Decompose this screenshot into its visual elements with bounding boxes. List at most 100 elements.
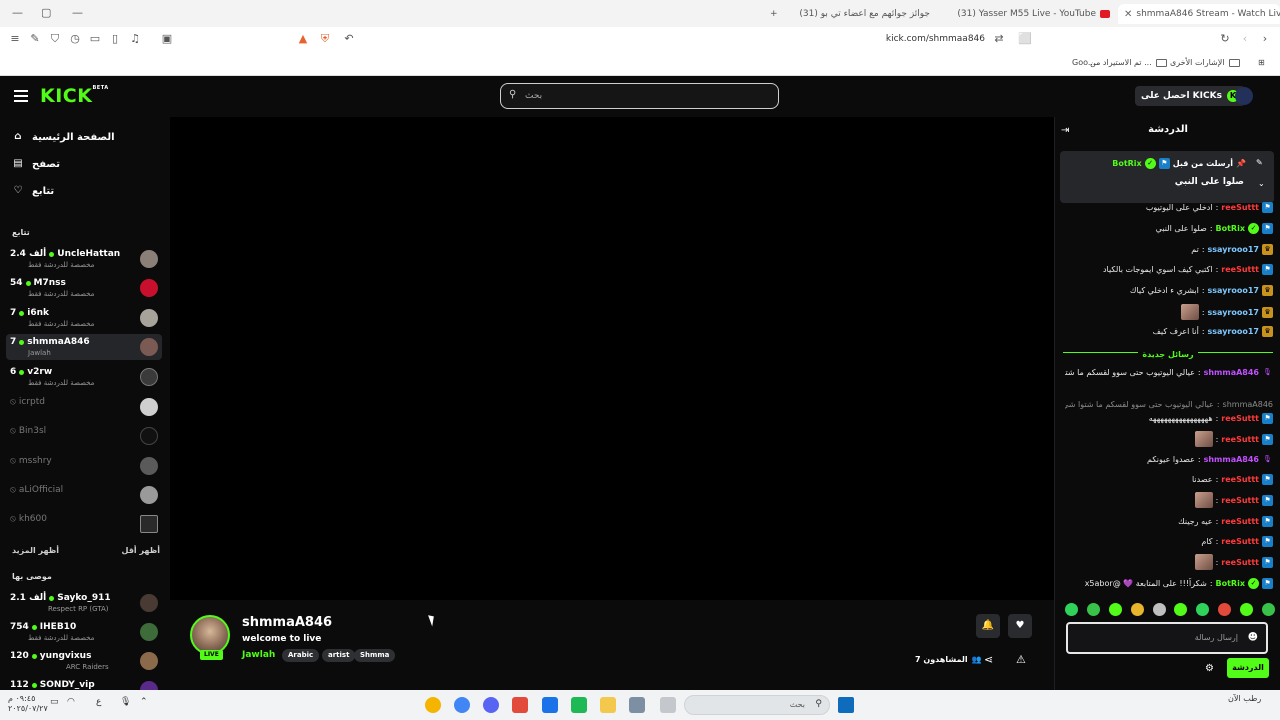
following-channel-offline[interactable]: ⦸ icrptd: [6, 394, 162, 420]
discord-icon[interactable]: [483, 697, 499, 713]
wallet-icon[interactable]: ▭: [88, 32, 102, 46]
site-settings-icon[interactable]: ⇄: [992, 32, 1006, 46]
app-icon[interactable]: [571, 697, 587, 713]
pin-icon[interactable]: ✎: [1256, 158, 1263, 167]
chrome-icon[interactable]: [425, 697, 441, 713]
bookmark-icon[interactable]: ⬜: [1018, 32, 1032, 46]
share-icon[interactable]: ↶: [342, 32, 356, 46]
tab-youtube[interactable]: (31) Yasser M55 Live - YouTube: [935, 4, 1110, 24]
pinned-message[interactable]: ✎ BotRix ✓ ⚑ أرسلت من قبل 📌 صلوا على الن…: [1060, 151, 1274, 203]
history-icon[interactable]: ◷: [68, 32, 82, 46]
show-more-link[interactable]: أظهر المزيد: [12, 546, 59, 555]
notification-bell-button[interactable]: 🔔: [976, 614, 1000, 638]
chat-message[interactable]: ⚑ reeSuttt: عيه رجينك: [1065, 516, 1273, 527]
emote-icon[interactable]: [1196, 603, 1210, 616]
chat-message[interactable]: ⚑ reeSuttt:: [1065, 554, 1273, 570]
chat-message[interactable]: ♛ ssayrooo17: أنا اعرف كيف: [1065, 326, 1273, 337]
back-icon[interactable]: ›: [1258, 32, 1272, 46]
chat-message[interactable]: ⚑ ✓ BotRix: شكراً!!! على المتابعة 💜 @x5a…: [1065, 578, 1273, 589]
brave-rewards-icon[interactable]: ▲: [296, 32, 310, 46]
following-channel-offline[interactable]: ⦸ kh600: [6, 511, 162, 537]
chevron-down-icon[interactable]: ⌄: [1258, 179, 1265, 188]
new-tab-button[interactable]: +: [770, 4, 778, 24]
emote-icon[interactable]: [1152, 603, 1166, 616]
windows-start-icon[interactable]: [838, 697, 854, 713]
bookmark-folder-imported[interactable]: تم الاستيراد من ...: [1090, 58, 1167, 67]
kick-logo[interactable]: KICKBETA: [40, 85, 109, 107]
get-kicks-button[interactable]: احصل على KICKs K: [1135, 86, 1245, 106]
tab-other[interactable]: (31) جوائز جوائهم مع اعضاء تي بو: [790, 4, 930, 24]
app-icon[interactable]: [542, 697, 558, 713]
streamer-avatar[interactable]: [190, 615, 230, 655]
emote-icon[interactable]: [1086, 603, 1100, 616]
chat-reply-preview[interactable]: shmmaA846: عيالي اليوتيوب حتى سوو لقسكم …: [1065, 400, 1273, 409]
recommended-channel[interactable]: 754 IHEB10 مخصصة للدردشة فقط: [6, 619, 162, 645]
close-tab-icon[interactable]: ✕: [1124, 9, 1132, 20]
chat-message[interactable]: ⚑ reeSuttt:: [1065, 431, 1273, 447]
url-bar[interactable]: kick.com/shmmaa846: [700, 34, 985, 44]
chat-message[interactable]: ♛ ssayrooo17: تم: [1065, 244, 1273, 255]
user-avatar[interactable]: [1235, 87, 1253, 105]
shield-icon[interactable]: ⛉: [48, 32, 62, 46]
app-icon[interactable]: [512, 697, 528, 713]
file-explorer-icon[interactable]: [600, 697, 616, 713]
chat-settings-gear-icon[interactable]: ⚙: [1205, 663, 1214, 674]
extension-icon[interactable]: ✎: [28, 32, 42, 46]
nav-following[interactable]: ♡ تتابع: [12, 185, 55, 197]
following-channel-offline[interactable]: ⦸ msshry: [6, 453, 162, 479]
maximize-icon[interactable]: ▢: [41, 6, 51, 19]
screenshot-icon[interactable]: ▣: [160, 32, 174, 46]
emote-icon[interactable]: [1065, 603, 1078, 616]
app-icon[interactable]: [660, 697, 676, 713]
taskbar-search[interactable]: بحث ⚲: [684, 695, 830, 715]
battery-icon[interactable]: ▭: [50, 697, 59, 707]
tag-pill[interactable]: artist: [322, 649, 356, 662]
emote-icon[interactable]: [1240, 603, 1253, 616]
reload-icon[interactable]: ↻: [1218, 32, 1232, 46]
bookmark-folder-other[interactable]: الإشارات الأخرى: [1170, 58, 1240, 67]
tab-kick[interactable]: ✕ shmmaA846 Stream - Watch Live: [1118, 4, 1280, 24]
follow-heart-button[interactable]: ♥: [1008, 614, 1032, 638]
chat-message[interactable]: 🎙 shmmaA846: عيالي اليوتيوب حتى سوو لقسك…: [1065, 367, 1273, 378]
following-channel[interactable]: 2.4 ألف UncleHattan مخصصة للدردشة فقط: [6, 246, 162, 272]
chevron-up-icon[interactable]: ⌃: [140, 697, 148, 707]
apps-icon[interactable]: ⊞: [1258, 58, 1265, 67]
chat-message[interactable]: ⚑ reeSuttt: ادخلي على اليوتيوب: [1065, 202, 1273, 213]
tag-pill[interactable]: Arabic: [282, 649, 320, 662]
following-channel[interactable]: 7 i6nk مخصصة للدردشة فقط: [6, 305, 162, 331]
emote-icon[interactable]: [1174, 603, 1188, 616]
chat-message[interactable]: ♛ ssayrooo17: ابشري ء ادخلي كياك: [1065, 285, 1273, 296]
taskbar-clock[interactable]: ٠٩:٤٥ م ٢٠٢٥/٠٧/٢٧: [8, 694, 48, 714]
hamburger-menu-icon[interactable]: [14, 90, 28, 105]
recommended-channel[interactable]: 120 yungvixus ARC Raiders: [6, 648, 162, 674]
following-channel[interactable]: 54 M7nss مخصصة للدردشة فقط: [6, 275, 162, 301]
store-icon[interactable]: [629, 697, 645, 713]
recommended-channel[interactable]: 2.1 ألف Sayko_911 Respect RP (GTA): [6, 590, 162, 616]
share-icon[interactable]: ⋖: [984, 653, 993, 666]
close-window-icon[interactable]: —: [72, 6, 83, 19]
chat-message[interactable]: ⚑ reeSuttt: ههههههههههههههههه: [1065, 413, 1273, 424]
send-chat-button[interactable]: الدردشة: [1227, 658, 1269, 678]
wifi-icon[interactable]: ◠: [67, 697, 75, 707]
report-icon[interactable]: ⚠: [1016, 653, 1026, 666]
recommended-channel[interactable]: 112 SONDY_vip: [6, 677, 162, 690]
menu-icon[interactable]: ≡: [8, 32, 22, 46]
following-channel-offline[interactable]: ⦸ Bin3sl: [6, 423, 162, 449]
chat-message[interactable]: ⚑ ✓ BotRix: صلوا على النبي: [1065, 223, 1273, 234]
search-input[interactable]: ⚲ بحث: [500, 83, 779, 109]
show-less-link[interactable]: أظهر أقل: [122, 546, 160, 555]
emote-icon[interactable]: [1108, 603, 1122, 616]
chat-message[interactable]: ⚑ reeSuttt:: [1065, 492, 1273, 508]
following-channel-offline[interactable]: ⦸ aLiOfficial: [6, 482, 162, 508]
nav-browse[interactable]: ▤ تصفح: [12, 158, 60, 170]
chat-message[interactable]: ⚑ reeSuttt: كام: [1065, 536, 1273, 547]
tag-pill[interactable]: Shmma: [354, 649, 396, 662]
emote-icon[interactable]: [1130, 603, 1144, 616]
sidebar-icon[interactable]: ▯: [108, 32, 122, 46]
nav-home[interactable]: ⌂ الصفحة الرئيسية: [12, 131, 114, 143]
brave-shields-icon[interactable]: ⛨: [318, 32, 332, 46]
video-player[interactable]: [170, 117, 1054, 600]
language-indicator[interactable]: ع: [96, 697, 101, 707]
stream-category[interactable]: Jawlah: [242, 650, 275, 660]
following-channel[interactable]: 6 v2rw مخصصة للدردشة فقط: [6, 364, 162, 390]
